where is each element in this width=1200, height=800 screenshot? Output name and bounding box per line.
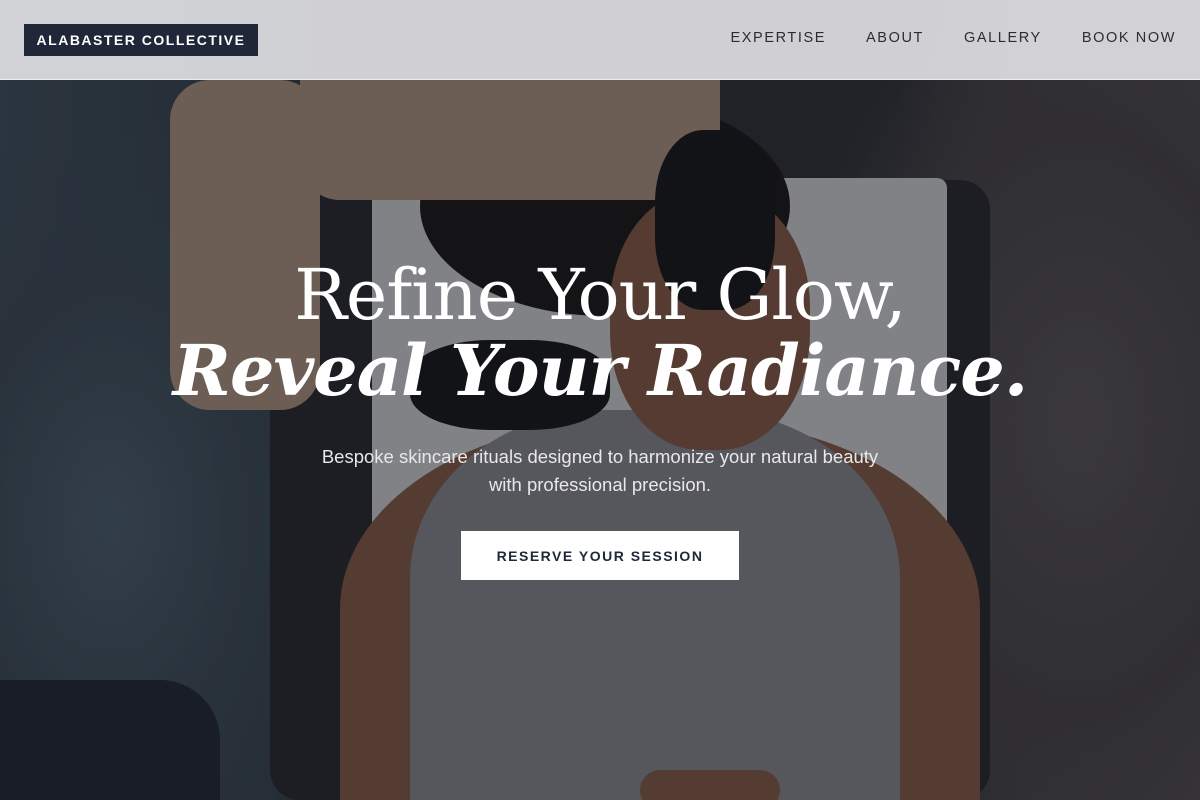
- hero-headline: Refine Your Glow, Reveal Your Radiance.: [0, 255, 1200, 407]
- brand-logo[interactable]: ALABASTER COLLECTIVE: [24, 24, 258, 56]
- nav-item-book-now[interactable]: BOOK NOW: [1082, 30, 1176, 46]
- site-header: ALABASTER COLLECTIVE EXPERTISE ABOUT GAL…: [0, 0, 1200, 80]
- hero-subtext-line2: with professional precision.: [488, 474, 712, 495]
- reserve-session-button[interactable]: RESERVE YOUR SESSION: [461, 531, 739, 580]
- hero-content: Refine Your Glow, Reveal Your Radiance. …: [0, 255, 1200, 580]
- hero-headline-line2: Reveal Your Radiance.: [172, 329, 1028, 412]
- main-nav: EXPERTISE ABOUT GALLERY BOOK NOW: [731, 30, 1177, 46]
- nav-item-about[interactable]: ABOUT: [866, 30, 924, 46]
- nav-item-expertise[interactable]: EXPERTISE: [731, 30, 827, 46]
- hero-headline-line1: Refine Your Glow,: [294, 254, 907, 336]
- hero-subtext: Bespoke skincare rituals designed to har…: [270, 443, 930, 499]
- hero-subtext-line1: Bespoke skincare rituals designed to har…: [321, 446, 879, 467]
- nav-item-gallery[interactable]: GALLERY: [964, 30, 1042, 46]
